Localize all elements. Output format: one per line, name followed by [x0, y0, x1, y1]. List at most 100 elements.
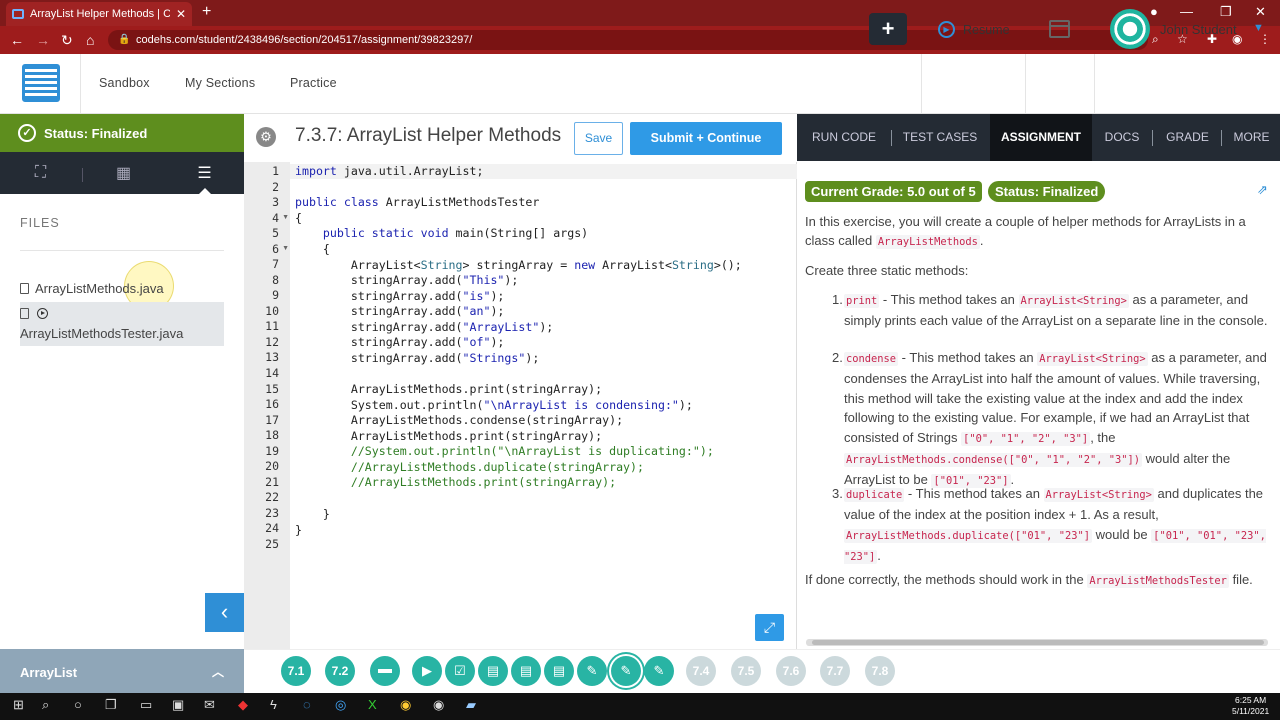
nav-my-sections[interactable]: My Sections: [185, 76, 255, 90]
zoom-icon[interactable]: ⌕: [1152, 32, 1159, 47]
resume-button[interactable]: ▶ Resume: [938, 21, 1010, 38]
cortana-icon[interactable]: ○: [74, 697, 82, 712]
line-number: 9: [272, 288, 279, 303]
file-explorer-icon[interactable]: ▭: [140, 697, 152, 713]
play-circle-icon: ▶: [938, 21, 955, 38]
home-icon[interactable]: ⌂: [86, 32, 94, 48]
file-icon: [20, 282, 29, 294]
lesson-7-5[interactable]: 7.5: [731, 656, 761, 686]
status-badge: Status: Finalized: [988, 181, 1106, 202]
list-icon: ☰: [197, 165, 212, 182]
lesson-7-1[interactable]: 7.1: [281, 656, 311, 686]
tab-test-cases[interactable]: TEST CASES: [892, 114, 988, 161]
save-button[interactable]: Save: [574, 122, 623, 155]
lesson-7-4[interactable]: 7.4: [686, 656, 716, 686]
excel-icon[interactable]: X: [368, 697, 377, 712]
line-number: 3: [272, 195, 279, 210]
fold-arrow-icon[interactable]: ▼: [282, 245, 289, 252]
line-number: 21: [265, 474, 279, 489]
store-icon[interactable]: ▣: [172, 697, 184, 713]
external-link-icon[interactable]: ⇗: [1257, 182, 1268, 198]
back-icon[interactable]: ←: [10, 32, 24, 48]
app-icon[interactable]: ◆: [238, 697, 248, 713]
codehs-logo-icon[interactable]: [22, 64, 60, 102]
reload-icon[interactable]: ↻: [61, 32, 73, 49]
app-header: Sandbox My Sections Practice: [0, 54, 1280, 114]
item-text: - This method takes an: [879, 292, 1019, 307]
create-plus-button[interactable]: +: [869, 13, 907, 45]
windows-start-icon[interactable]: ⊞: [13, 697, 24, 713]
tab-assignment[interactable]: ASSIGNMENT: [990, 114, 1092, 161]
task-view-icon[interactable]: ❐: [105, 697, 117, 713]
horizontal-scrollbar[interactable]: [806, 639, 1268, 646]
window-layout-icon[interactable]: [1049, 20, 1070, 38]
code-line: ArrayListMethods.print(stringArray);: [295, 382, 603, 396]
tab-grade[interactable]: GRADE: [1154, 114, 1221, 161]
tab-more[interactable]: MORE: [1223, 114, 1280, 161]
clock-date: 5/11/2021: [1232, 706, 1270, 716]
run-file-icon[interactable]: [37, 307, 48, 319]
expand-editor-button[interactable]: ⤢: [755, 614, 784, 641]
chrome-icon[interactable]: ◉: [400, 697, 411, 713]
close-window-icon[interactable]: ✕: [1255, 4, 1266, 20]
notes-activity[interactable]: ▤: [478, 656, 508, 686]
edge-icon[interactable]: ◌: [303, 697, 311, 712]
app-icon[interactable]: ϟ: [270, 697, 277, 712]
calendar-tab[interactable]: ▦: [83, 152, 164, 194]
browser-tab[interactable]: ArrayList Helper Methods | Code ✕: [6, 2, 192, 26]
restore-icon[interactable]: ❐: [1220, 4, 1232, 20]
file-item-arraylistmethodstester[interactable]: ArrayListMethodsTester.java: [20, 302, 224, 346]
chapter-name: ArrayList: [20, 665, 78, 680]
lesson-7-6[interactable]: 7.6: [776, 656, 806, 686]
app-icon[interactable]: ▰: [466, 697, 476, 713]
tab-run-code[interactable]: RUN CODE: [797, 114, 891, 161]
nav-sandbox[interactable]: Sandbox: [99, 76, 150, 90]
line-number: 11: [265, 319, 279, 334]
lesson-7-8[interactable]: 7.8: [865, 656, 895, 686]
tab-docs[interactable]: DOCS: [1093, 114, 1151, 161]
minimize-icon[interactable]: —: [1180, 4, 1193, 19]
gear-icon[interactable]: ⚙: [256, 127, 276, 147]
collapse-sidebar-button[interactable]: ‹: [205, 593, 244, 632]
inline-code: ArrayListMethods: [875, 235, 980, 250]
app-icon[interactable]: ◉: [433, 697, 444, 713]
code-line: import java.util.ArrayList;: [295, 164, 484, 178]
search-icon[interactable]: ⌕: [42, 697, 49, 713]
scrollbar-thumb[interactable]: [812, 640, 1264, 645]
user-avatar[interactable]: [1110, 9, 1150, 49]
forward-icon[interactable]: →: [36, 32, 50, 48]
exercise-activity-current[interactable]: ✎: [611, 656, 641, 686]
chapter-selector[interactable]: ArrayList ︿: [0, 649, 244, 693]
document-icon: ▤: [486, 663, 500, 678]
status-text: Status: Finalized: [44, 125, 148, 141]
new-tab-icon[interactable]: +: [202, 3, 211, 21]
line-number-gutter: 1 2 3 4 5 6 7 8 9 10 11 12 13 14 15 16 17 18 19 20 21 22 23 24 2…: [244, 162, 290, 649]
lesson-7-2[interactable]: 7.2: [325, 656, 355, 686]
lesson-7-7[interactable]: 7.7: [820, 656, 850, 686]
user-name[interactable]: John Student: [1160, 22, 1237, 37]
exercise-activity[interactable]: ✎: [577, 656, 607, 686]
notes-activity[interactable]: ▤: [511, 656, 541, 686]
profile-dot-icon[interactable]: ●: [1150, 4, 1158, 19]
submit-continue-button[interactable]: Submit + Continue: [630, 122, 782, 155]
outro-end: file.: [1228, 572, 1253, 587]
notes-activity[interactable]: ▤: [544, 656, 574, 686]
item-text: , the: [1090, 429, 1116, 445]
video-activity[interactable]: ▶: [412, 656, 442, 686]
map-tab[interactable]: ⛶: [0, 152, 81, 194]
mail-icon[interactable]: ✉: [204, 697, 215, 713]
nav-practice[interactable]: Practice: [290, 76, 337, 90]
address-bar-row: ← → ↻ ⌂ 🔒 codehs.com/student/2438496/sec…: [0, 26, 1280, 54]
quiz-activity[interactable]: ☑: [445, 656, 475, 686]
close-tab-icon[interactable]: ✕: [176, 7, 186, 21]
browser-menu-icon[interactable]: ⋮: [1259, 32, 1271, 46]
file-item-arraylistmethods[interactable]: ArrayListMethods.java: [20, 278, 224, 298]
fold-arrow-icon[interactable]: ▼: [282, 214, 289, 221]
lesson-7-3-collapse[interactable]: [370, 656, 400, 686]
outro-text: If done correctly, the methods should wo…: [805, 572, 1084, 587]
edge-icon[interactable]: ◎: [335, 697, 346, 713]
check-circle-icon: ✓: [18, 124, 36, 142]
chevron-down-icon[interactable]: ▼: [1253, 22, 1264, 34]
system-clock[interactable]: 6:25 AM 5/11/2021: [1232, 695, 1269, 717]
exercise-activity[interactable]: ✎: [644, 656, 674, 686]
